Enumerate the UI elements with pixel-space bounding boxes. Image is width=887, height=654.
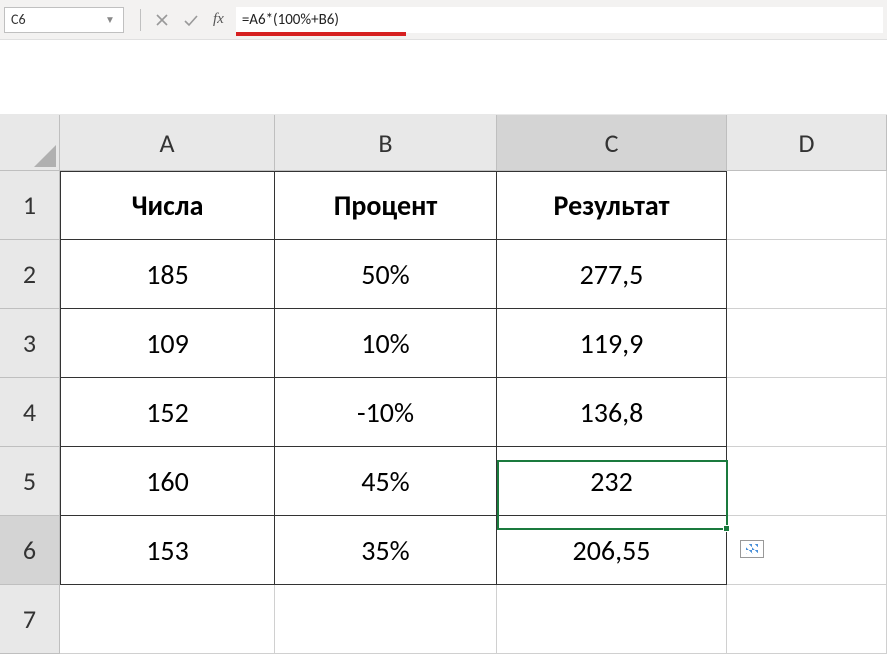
cell-d7[interactable] <box>727 585 887 654</box>
cell-b6[interactable]: 35% <box>275 516 497 585</box>
row-header-2[interactable]: 2 <box>0 240 60 309</box>
cell-a1[interactable]: Числа <box>60 171 275 240</box>
cell-a3[interactable]: 109 <box>60 309 275 378</box>
cell-c7[interactable] <box>497 585 727 654</box>
name-box[interactable]: C6 ▼ <box>4 7 124 33</box>
formula-input[interactable]: =A6*(100%+B6) <box>236 7 883 33</box>
cell-c5[interactable]: 232 <box>497 447 727 516</box>
divider <box>140 9 141 31</box>
cell-a4[interactable]: 152 <box>60 378 275 447</box>
formula-bar-icons: fx <box>149 11 230 28</box>
enter-icon[interactable] <box>183 13 199 27</box>
fx-icon[interactable]: fx <box>213 11 224 28</box>
cell-d4[interactable] <box>727 378 887 447</box>
formula-text: =A6*(100%+B6) <box>242 11 339 29</box>
cell-c2[interactable]: 277,5 <box>497 240 727 309</box>
col-header-c[interactable]: C <box>497 115 727 171</box>
cell-a2[interactable]: 185 <box>60 240 275 309</box>
row-header-3[interactable]: 3 <box>0 309 60 378</box>
cell-reference-text: C6 <box>11 11 26 28</box>
col-header-d[interactable]: D <box>727 115 887 171</box>
cell-b4[interactable]: -10% <box>275 378 497 447</box>
cell-c3[interactable]: 119,9 <box>497 309 727 378</box>
paste-options-button[interactable] <box>740 540 764 558</box>
ribbon-spacer <box>0 40 887 115</box>
cells-area: A B C D Числа Процент Результат 185 50% … <box>60 115 887 654</box>
formula-bar-row: C6 ▼ fx =A6*(100%+B6) <box>0 0 887 40</box>
select-all-triangle-icon <box>34 145 56 167</box>
formula-underline-highlight <box>236 32 406 36</box>
col-header-a[interactable]: A <box>60 115 275 171</box>
row-header-4[interactable]: 4 <box>0 378 60 447</box>
cell-d5[interactable] <box>727 447 887 516</box>
cell-b3[interactable]: 10% <box>275 309 497 378</box>
cell-b2[interactable]: 50% <box>275 240 497 309</box>
row-header-5[interactable]: 5 <box>0 447 60 516</box>
cell-a7[interactable] <box>60 585 275 654</box>
row-header-1[interactable]: 1 <box>0 171 60 240</box>
cell-d3[interactable] <box>727 309 887 378</box>
cell-b1[interactable]: Процент <box>275 171 497 240</box>
cell-c1[interactable]: Результат <box>497 171 727 240</box>
name-box-dropdown-icon[interactable]: ▼ <box>103 13 117 26</box>
cell-c4[interactable]: 136,8 <box>497 378 727 447</box>
row-header-6[interactable]: 6 <box>0 516 60 585</box>
cell-b7[interactable] <box>275 585 497 654</box>
col-header-b[interactable]: B <box>275 115 497 171</box>
spreadsheet: 1 2 3 4 5 6 7 A B C D Числа Процент Резу… <box>0 115 887 654</box>
cell-d1[interactable] <box>727 171 887 240</box>
cell-d2[interactable] <box>727 240 887 309</box>
select-all-corner[interactable] <box>0 115 60 171</box>
cell-b5[interactable]: 45% <box>275 447 497 516</box>
cancel-icon[interactable] <box>155 13 169 27</box>
row-header-7[interactable]: 7 <box>0 585 60 654</box>
cell-a5[interactable]: 160 <box>60 447 275 516</box>
cell-c6[interactable]: 206,55 <box>497 516 727 585</box>
cell-a6[interactable]: 153 <box>60 516 275 585</box>
paste-options-icon <box>746 544 758 554</box>
